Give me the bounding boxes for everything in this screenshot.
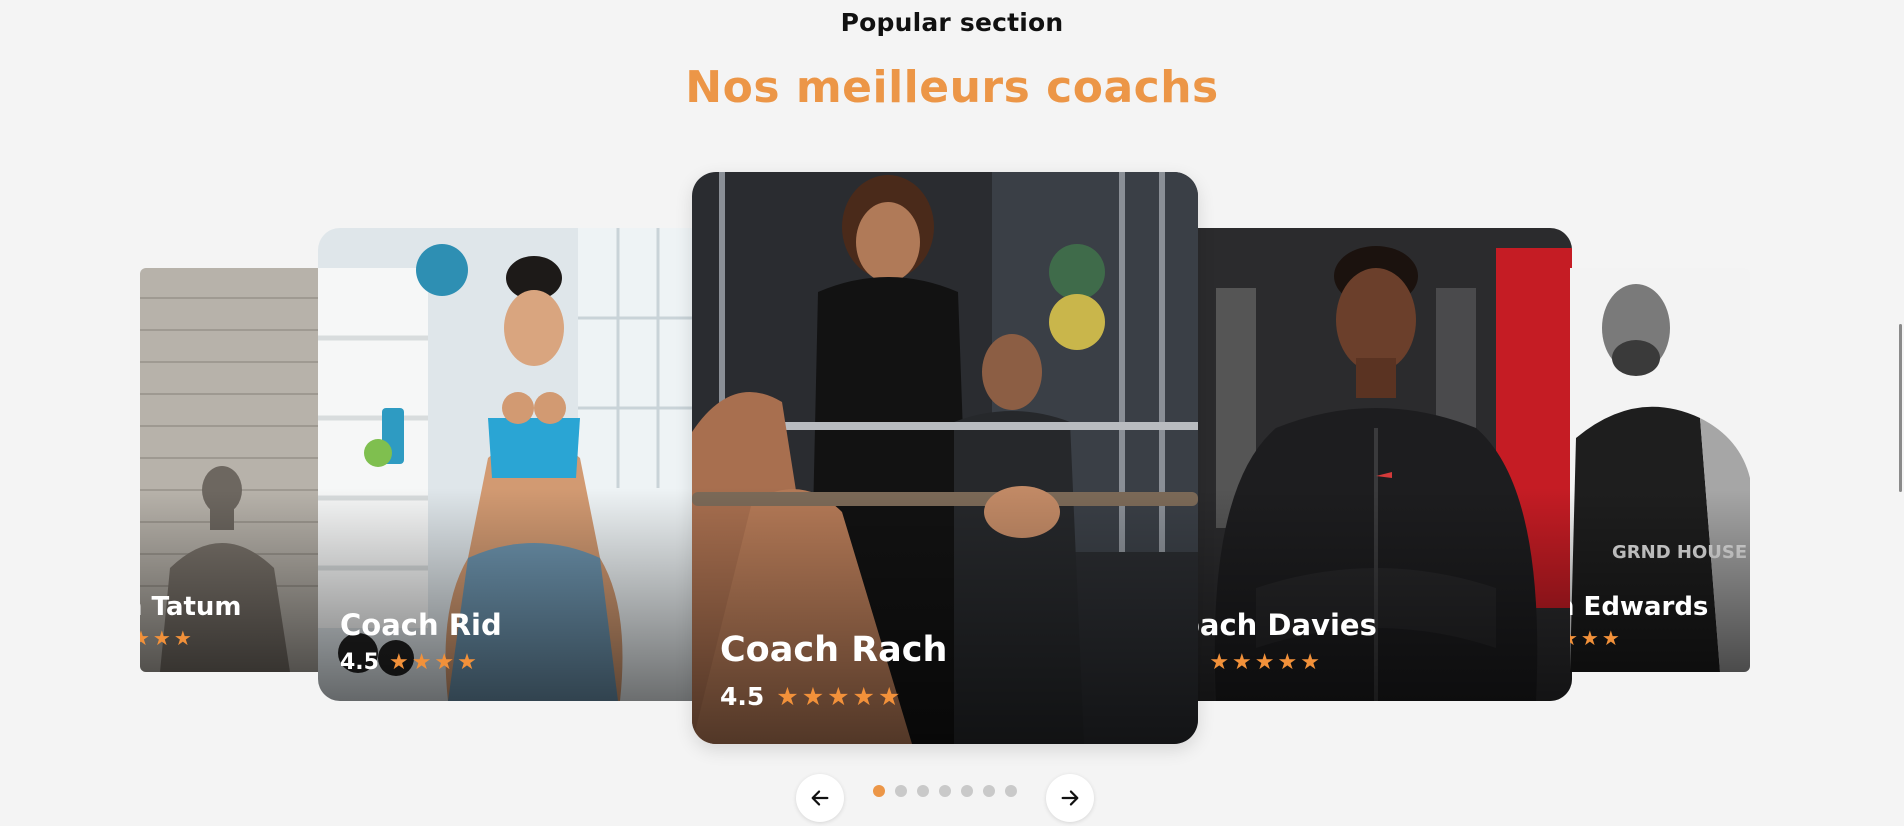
star-icons: ★★★★ — [388, 650, 480, 675]
coach-rating: 4.5 ★★★★ — [340, 650, 480, 675]
arrow-right-icon — [1061, 790, 1079, 806]
coach-card-tatum[interactable]: n Tatum ★★★ — [140, 268, 320, 672]
coach-name: n Tatum — [140, 592, 242, 622]
pagination-dot[interactable] — [961, 785, 973, 797]
pagination-dot[interactable] — [983, 785, 995, 797]
carousel-next-button[interactable] — [1046, 774, 1094, 822]
star-icons: ★★★ — [140, 626, 195, 650]
coach-rating: 5 ★★★★★ — [1196, 650, 1323, 675]
coach-card-rach[interactable]: Coach Rach 4.5 ★★★★★ — [692, 172, 1198, 744]
rating-value: 4.5 — [340, 650, 379, 675]
pagination-dot[interactable] — [895, 785, 907, 797]
star-icons: ★★★★★ — [1209, 650, 1323, 675]
coach-name: Coach Rach — [720, 630, 948, 670]
pagination-dot[interactable] — [873, 785, 885, 797]
page: Popular section Nos meilleurs coachs n T… — [0, 0, 1904, 826]
coach-rating: ★★★ — [140, 626, 195, 650]
carousel-prev-button[interactable] — [796, 774, 844, 822]
pagination-dot[interactable] — [939, 785, 951, 797]
coach-card-rid[interactable]: Coach Rid 4.5 ★★★★ — [318, 228, 694, 701]
coach-name: n Edwards — [1570, 592, 1709, 622]
arrow-left-icon — [811, 790, 829, 806]
rating-value: 4.5 — [720, 682, 765, 711]
coach-card-edwards[interactable]: GRND HOUSE n Edwards ★★★ — [1570, 268, 1750, 672]
coach-carousel: n Tatum ★★★ — [0, 0, 1904, 826]
coach-rating: 4.5 ★★★★★ — [720, 682, 903, 711]
coach-card-davies[interactable]: oach Davies 5 ★★★★★ — [1196, 228, 1572, 701]
pagination-dot[interactable] — [917, 785, 929, 797]
pagination-dot[interactable] — [1005, 785, 1017, 797]
coach-name: Coach Rid — [340, 608, 502, 642]
carousel-pagination — [873, 785, 1017, 797]
star-icons: ★★★★★ — [776, 682, 904, 711]
star-icons: ★★★ — [1570, 626, 1623, 650]
coach-rating: ★★★ — [1570, 626, 1623, 650]
page-scrollbar[interactable] — [1892, 0, 1904, 826]
scrollbar-thumb[interactable] — [1899, 324, 1902, 492]
coach-name: oach Davies — [1196, 608, 1377, 642]
